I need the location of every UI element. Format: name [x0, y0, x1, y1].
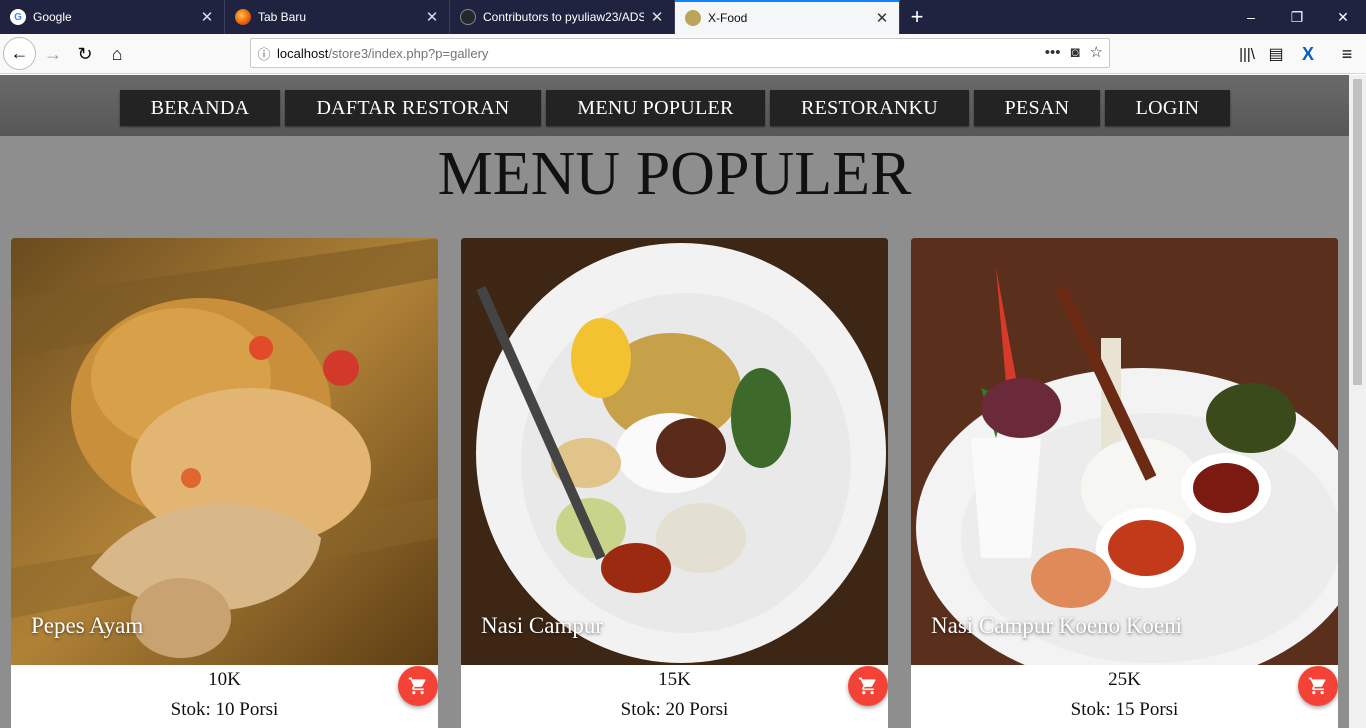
page-scrollbar[interactable]	[1349, 75, 1366, 728]
menu-icon[interactable]: ≡	[1331, 38, 1363, 70]
product-name: Nasi Campur	[481, 613, 604, 638]
github-icon	[460, 9, 476, 25]
tab-tab-baru[interactable]: Tab Baru ✕	[225, 0, 450, 34]
url-host: localhost	[277, 45, 329, 61]
product-name: Pepes Ayam	[31, 613, 144, 638]
sidebar-icon[interactable]: ▤	[1260, 38, 1292, 70]
restore-icon[interactable]: ❐	[1274, 0, 1320, 34]
product-name: Nasi Campur Koeno Koeni	[931, 613, 1183, 638]
product-stock: Stok: 10 Porsi	[170, 699, 279, 720]
extension-x-icon[interactable]: X	[1292, 38, 1324, 70]
bookmark-star-icon[interactable]: ☆	[1090, 43, 1103, 61]
reload-button[interactable]: ↻	[69, 38, 101, 70]
product-price: 10K	[208, 669, 241, 690]
nav-daftar-restoran[interactable]: DAFTAR RESTORAN	[285, 90, 541, 126]
nav-restoranku[interactable]: RESTORANKU	[770, 90, 969, 126]
add-to-cart-button[interactable]	[848, 666, 888, 706]
minimize-icon[interactable]: –	[1228, 0, 1274, 34]
product-stock: Stok: 20 Porsi	[620, 699, 729, 720]
product-card: Nasi Campur 15K Stok: 20 Porsi	[461, 238, 888, 728]
info-icon[interactable]: ⓘ	[251, 44, 277, 63]
browser-navbar: ← → ↻ ⌂ ⓘ localhost/store3/index.php?p=g…	[0, 34, 1366, 74]
scrollbar-thumb[interactable]	[1353, 79, 1362, 385]
close-window-icon[interactable]: ✕	[1320, 0, 1366, 34]
product-stock: Stok: 15 Porsi	[1070, 699, 1179, 720]
add-to-cart-button[interactable]	[1298, 666, 1338, 706]
tab-contributors[interactable]: Contributors to pyuliaw23/ADS ✕	[450, 0, 675, 34]
pocket-icon[interactable]: ◙	[1070, 44, 1079, 61]
food-photo-nasi-campur-koeno-koeni[interactable]	[911, 238, 1338, 665]
nav-beranda[interactable]: BERANDA	[120, 90, 280, 126]
google-icon: G	[10, 9, 26, 25]
xfood-icon	[685, 10, 701, 26]
product-price: 25K	[1108, 669, 1141, 690]
firefox-icon	[235, 9, 251, 25]
back-button[interactable]: ←	[3, 37, 36, 70]
close-icon[interactable]: ✕	[200, 9, 214, 26]
product-card: Nasi Campur Koeno Koeni 25K Stok: 15 Por…	[911, 238, 1338, 728]
page-viewport: BERANDA DAFTAR RESTORAN MENU POPULER RES…	[0, 75, 1349, 728]
cart-icon	[408, 677, 426, 695]
browser-tabstrip: G Google ✕ Tab Baru ✕ Contributors to py…	[0, 0, 1366, 34]
forward-button[interactable]: →	[37, 38, 69, 70]
tab-google[interactable]: G Google ✕	[0, 0, 225, 34]
nav-login[interactable]: LOGIN	[1105, 90, 1230, 126]
library-icon[interactable]: |||\	[1231, 38, 1263, 70]
food-photo-nasi-campur[interactable]	[461, 238, 888, 665]
page-title: MENU POPULER	[437, 140, 912, 208]
product-card: Pepes Ayam 10K Stok: 10 Porsi	[11, 238, 438, 728]
cart-icon	[1308, 677, 1326, 695]
url-path: /store3/index.php?p=gallery	[328, 45, 489, 61]
nav-pesan[interactable]: PESAN	[974, 90, 1100, 126]
product-price: 15K	[658, 669, 691, 690]
home-button[interactable]: ⌂	[101, 38, 133, 70]
site-navbar: BERANDA DAFTAR RESTORAN MENU POPULER RES…	[0, 75, 1349, 136]
close-icon[interactable]: ✕	[425, 9, 439, 26]
url-bar[interactable]: ⓘ localhost/store3/index.php?p=gallery •…	[250, 38, 1110, 68]
close-icon[interactable]: ✕	[650, 9, 664, 26]
cart-icon	[858, 677, 876, 695]
page-actions-icon[interactable]: •••	[1045, 44, 1061, 61]
close-icon[interactable]: ✕	[875, 10, 889, 27]
tab-xfood[interactable]: X-Food ✕	[675, 0, 900, 34]
new-tab-button[interactable]: +	[900, 0, 934, 34]
add-to-cart-button[interactable]	[398, 666, 438, 706]
nav-menu-populer[interactable]: MENU POPULER	[546, 90, 765, 126]
food-photo-pepes-ayam[interactable]	[11, 238, 438, 665]
